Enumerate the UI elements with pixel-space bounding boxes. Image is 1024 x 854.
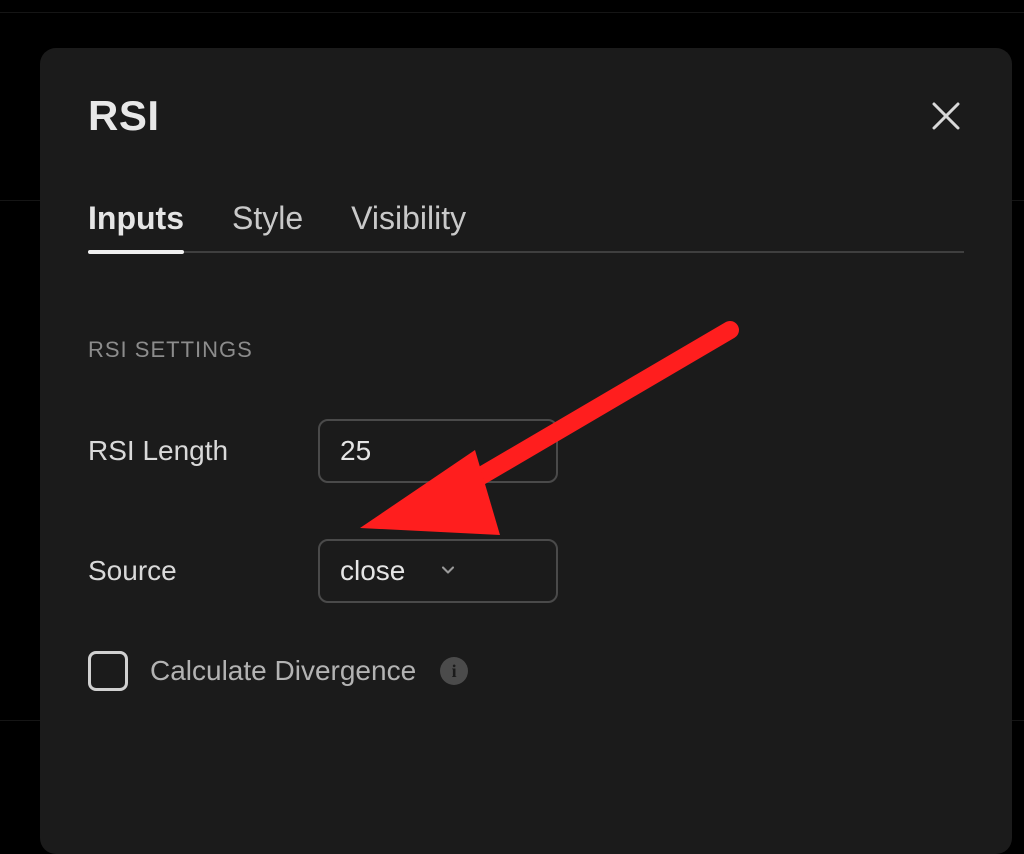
source-label: Source (88, 555, 318, 587)
tab-bar: Inputs Style Visibility (88, 200, 964, 253)
section-heading: RSI SETTINGS (88, 337, 964, 363)
source-select[interactable]: close (318, 539, 558, 603)
settings-panel: RSI Inputs Style Visibility RSI SETTINGS… (40, 48, 1012, 854)
rsi-length-row: RSI Length 25 (88, 419, 964, 483)
rsi-length-label: RSI Length (88, 435, 318, 467)
calc-divergence-checkbox[interactable] (88, 651, 128, 691)
info-icon[interactable]: i (440, 657, 468, 685)
chevron-down-icon (438, 555, 536, 587)
tab-style[interactable]: Style (232, 200, 303, 251)
close-icon (928, 98, 964, 134)
source-row: Source close (88, 539, 964, 603)
panel-title: RSI (88, 92, 160, 140)
rsi-length-input[interactable]: 25 (318, 419, 558, 483)
tab-visibility[interactable]: Visibility (351, 200, 466, 251)
calc-divergence-row: Calculate Divergence i (88, 651, 964, 691)
calc-divergence-label: Calculate Divergence (150, 655, 416, 687)
rsi-length-value: 25 (340, 435, 536, 467)
tab-inputs[interactable]: Inputs (88, 200, 184, 251)
source-value: close (340, 555, 438, 587)
close-button[interactable] (928, 98, 964, 134)
